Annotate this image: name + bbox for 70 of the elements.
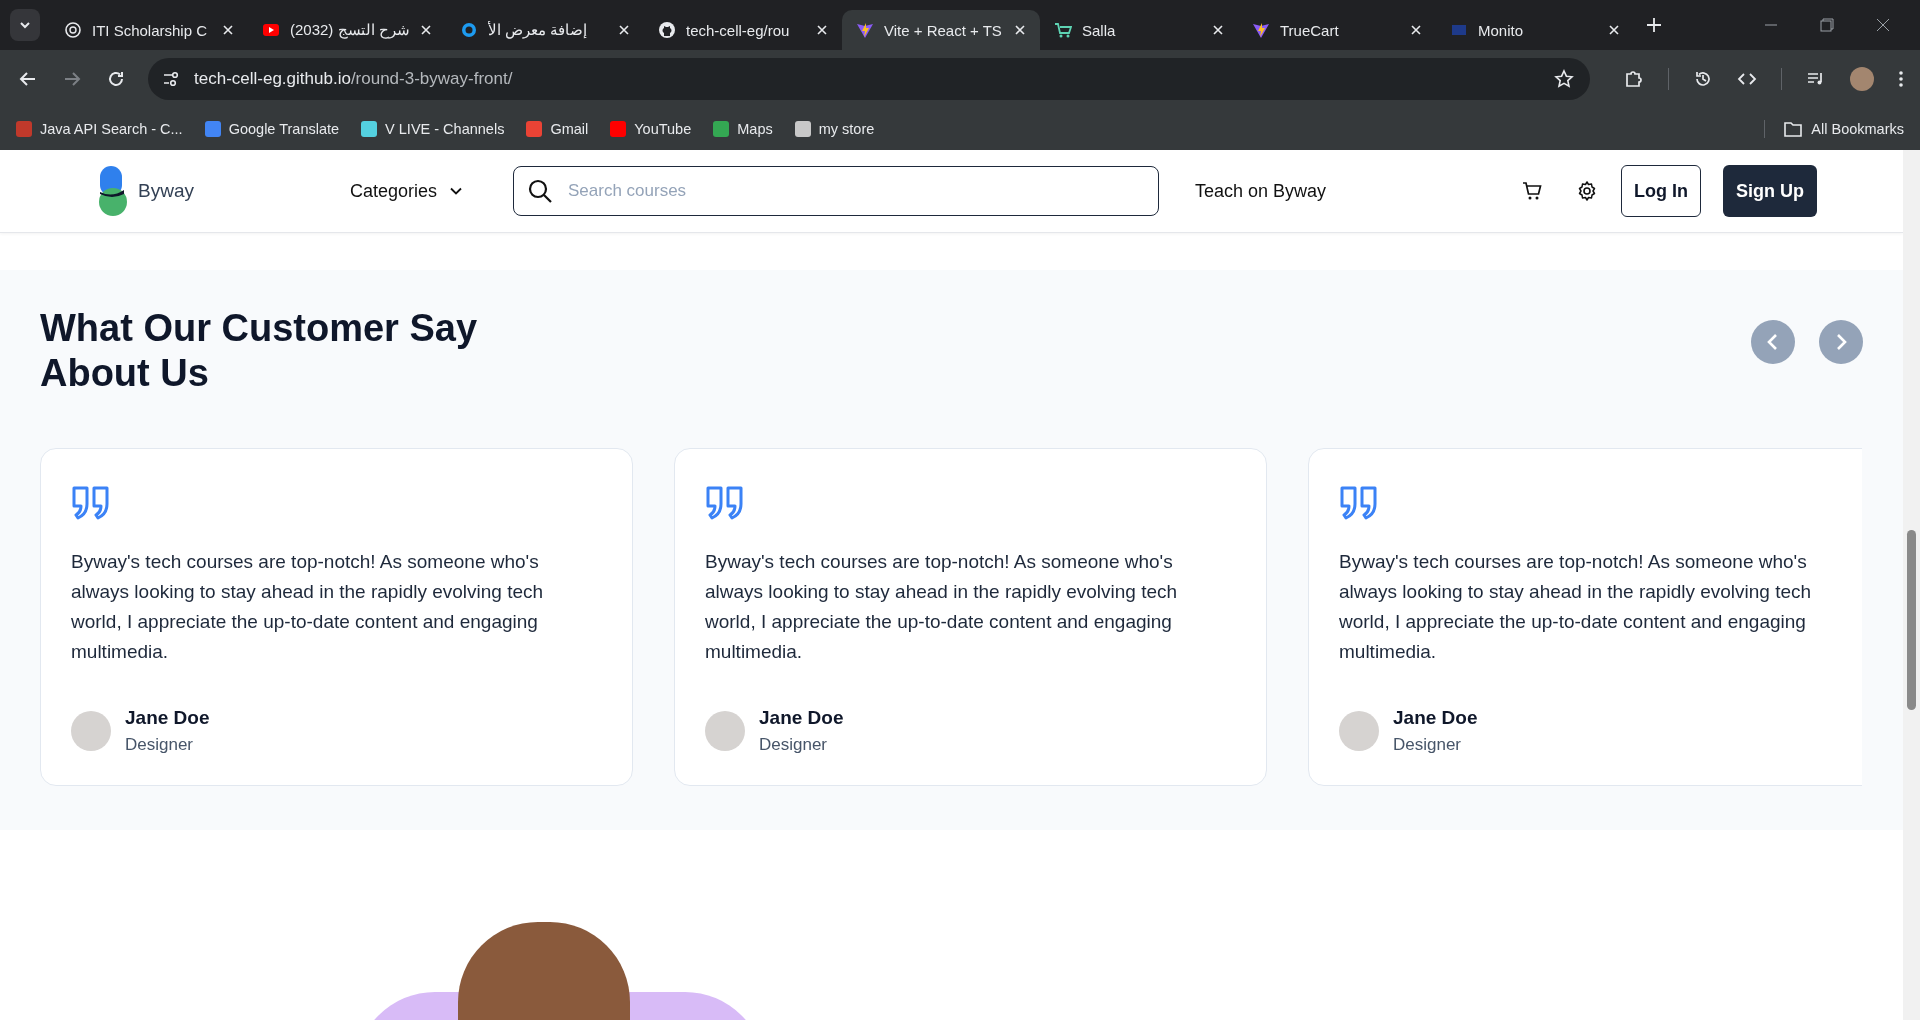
- favicon-icon: [658, 21, 676, 39]
- folder-icon: [1783, 120, 1804, 138]
- favicon-icon: [460, 21, 478, 39]
- bookmark[interactable]: YouTube: [610, 121, 692, 137]
- bookmark[interactable]: Google Translate: [204, 121, 340, 137]
- star-icon[interactable]: [1554, 69, 1574, 89]
- all-bookmarks-button[interactable]: All Bookmarks: [1764, 120, 1904, 138]
- favicon-icon: [64, 21, 82, 39]
- browser-tab[interactable]: ITI Scholarship C: [50, 10, 248, 50]
- testimonial-text: Byway's tech courses are top-notch! As someone who's always looking to stay ahead in the rapidly evolving tech world, I appreciate the up-to-date content and engaging multimedia.: [1339, 550, 1813, 664]
- url-text: tech-cell-eg.github.io/round-3-byway-front/: [194, 69, 513, 89]
- tab-title: ITI Scholarship C: [92, 21, 209, 39]
- tab-title: (2032) شرح التسج: [290, 21, 410, 39]
- bookmark[interactable]: my store: [794, 121, 875, 137]
- new-tab-icon[interactable]: [1646, 17, 1662, 33]
- quote-icon: [705, 485, 745, 521]
- person-name: Jane Doe: [1393, 707, 1478, 729]
- person-name: Jane Doe: [125, 707, 210, 729]
- bookmark[interactable]: Maps: [713, 121, 773, 137]
- close-icon[interactable]: [1876, 18, 1890, 32]
- address-bar[interactable]: tech-cell-eg.github.io/round-3-byway-front/: [148, 58, 1590, 100]
- more-icon[interactable]: [1898, 69, 1904, 89]
- tab-search-button[interactable]: [10, 9, 40, 41]
- teach-link[interactable]: Teach on Byway: [1195, 180, 1327, 202]
- avatar: [705, 711, 745, 751]
- browser-tab[interactable]: Monito: [1436, 10, 1634, 50]
- browser-tab[interactable]: TrueCart: [1238, 10, 1436, 50]
- bookmark[interactable]: Gmail: [526, 121, 589, 137]
- history-icon[interactable]: [1693, 69, 1713, 89]
- favicon-icon: [262, 21, 280, 39]
- tab-title: Monito: [1478, 21, 1525, 39]
- tab-title: Vite + React + TS: [884, 21, 1003, 39]
- cart-icon[interactable]: [1521, 180, 1544, 202]
- avatar: [71, 711, 111, 751]
- person-role: Designer: [125, 735, 195, 755]
- favicon-icon: [856, 21, 874, 39]
- testimonial-text: Byway's tech courses are top-notch! As someone who's always looking to stay ahead in the rapidly evolving tech world, I appreciate the up-to-date content and engaging multimedia.: [705, 550, 1179, 664]
- person-role: Designer: [1393, 735, 1463, 755]
- favicon-icon: [1252, 21, 1270, 39]
- browser-tab[interactable]: إضافة معرض الأ: [446, 10, 644, 50]
- section-title: What Our Customer Say About Us: [40, 306, 478, 396]
- tab-title: TrueCart: [1280, 21, 1340, 39]
- signup-button[interactable]: Sign Up: [1723, 165, 1818, 217]
- puzzle-icon[interactable]: [1624, 69, 1644, 89]
- bookmark[interactable]: V LIVE - Channels: [361, 121, 505, 137]
- tab-title: Salla: [1082, 21, 1117, 39]
- person-name: Jane Doe: [759, 707, 844, 729]
- tab-title: إضافة معرض الأ: [488, 21, 589, 39]
- favicon-icon: [1054, 21, 1072, 39]
- categories-menu[interactable]: Categories: [350, 180, 513, 202]
- logo-icon: [98, 166, 128, 216]
- tab-title: tech-cell-eg/rou: [686, 21, 791, 39]
- quote-icon: [71, 485, 111, 521]
- search-field[interactable]: Search courses: [513, 166, 1159, 216]
- browser-tab[interactable]: Salla: [1040, 10, 1238, 50]
- testimonial-text: Byway's tech courses are top-notch! As someone who's always looking to stay ahead in the rapidly evolving tech world, I appreciate the up-to-date content and engaging multimedia.: [71, 550, 545, 664]
- person-role: Designer: [759, 735, 829, 755]
- browser-tab[interactable]: Vite + React + TS: [842, 10, 1040, 50]
- profile-avatar[interactable]: [1850, 67, 1874, 91]
- browser-tab[interactable]: tech-cell-eg/rou: [644, 10, 842, 50]
- restore-icon[interactable]: [1820, 18, 1834, 32]
- bookmark[interactable]: Java API Search - C...: [16, 121, 183, 137]
- quote-icon: [1339, 485, 1379, 521]
- brand-name[interactable]: Byway: [138, 180, 194, 202]
- site-settings-icon[interactable]: [162, 70, 180, 88]
- reload-icon[interactable]: [106, 69, 126, 89]
- scrollbar[interactable]: [1903, 150, 1920, 1020]
- browser-tab[interactable]: (2032) شرح التسج: [248, 10, 446, 50]
- avatar: [1339, 711, 1379, 751]
- login-button[interactable]: Log In: [1621, 165, 1702, 217]
